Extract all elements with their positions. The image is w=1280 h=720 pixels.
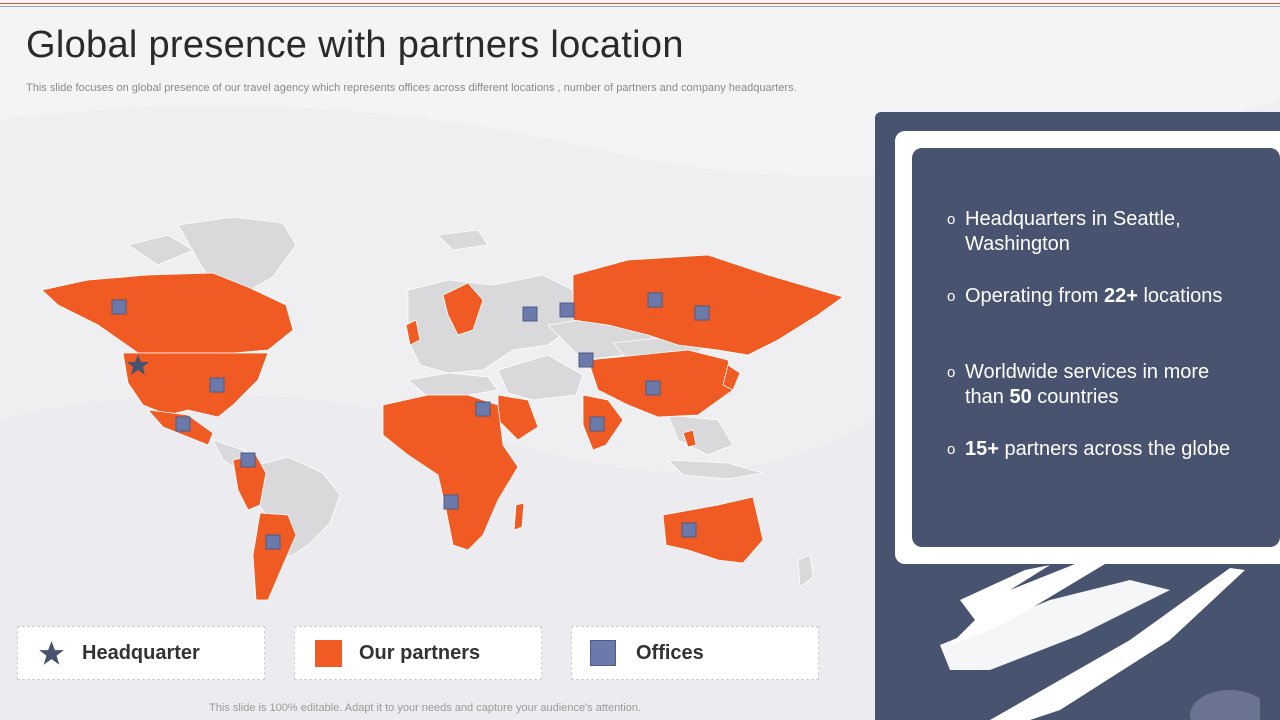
office-marker [209,377,225,393]
page-subtitle: This slide focuses on global presence of… [26,82,797,94]
footer-note: This slide is 100% editable. Adapt it to… [209,702,641,714]
brush-stroke-decoration [940,562,1260,720]
office-marker [589,416,605,432]
office-marker [475,401,491,417]
legend-label: Offices [636,642,704,664]
orange-square-icon [315,640,342,667]
southeast-asia-shape [667,414,734,456]
legend-partners: Our partners [294,626,542,680]
top-rule-secondary [0,6,1280,7]
office-marker [645,380,661,396]
bullet-icon: o [947,441,956,458]
madagascar-shape [513,502,525,531]
middle-east-shape [497,354,584,401]
highlight-item: o Worldwide services in more than 50 cou… [947,361,1210,408]
office-marker [265,534,281,550]
page-title: Global presence with partners location [26,24,684,66]
bullet-icon: o [947,211,956,228]
svalbard-shape [437,229,489,251]
legend-label: Our partners [359,642,481,664]
star-icon [39,641,64,665]
office-marker [681,522,697,538]
highlight-item: o 15+ partners across the globe [947,438,1231,460]
legend-headquarter: Headquarter [17,626,265,680]
world-map [41,216,844,601]
highlight-item: o Operating from 22+ locations [947,285,1223,307]
office-marker [175,416,191,432]
office-marker [111,299,127,315]
bullet-icon: o [947,288,956,305]
legend-offices: Offices [571,626,819,680]
legend-label: Headquarter [82,642,200,664]
office-marker [578,352,594,368]
africa-shape [382,394,519,551]
office-marker [694,305,710,321]
bullet-icon: o [947,364,956,381]
top-rule [0,3,1280,4]
australia-shape [662,496,764,564]
office-marker [522,306,538,322]
office-marker [647,292,663,308]
north-africa-shape [407,372,499,398]
highlight-item: o Headquarters in Seattle, Washington [947,208,1181,255]
blue-square-icon [590,640,616,666]
office-marker [443,494,459,510]
office-marker [240,452,256,468]
office-marker [559,302,575,318]
new-zealand-shape [797,554,814,588]
arabia-shape [497,394,539,441]
arctic-islands-shape [127,234,194,266]
indonesia-shape [666,459,764,480]
